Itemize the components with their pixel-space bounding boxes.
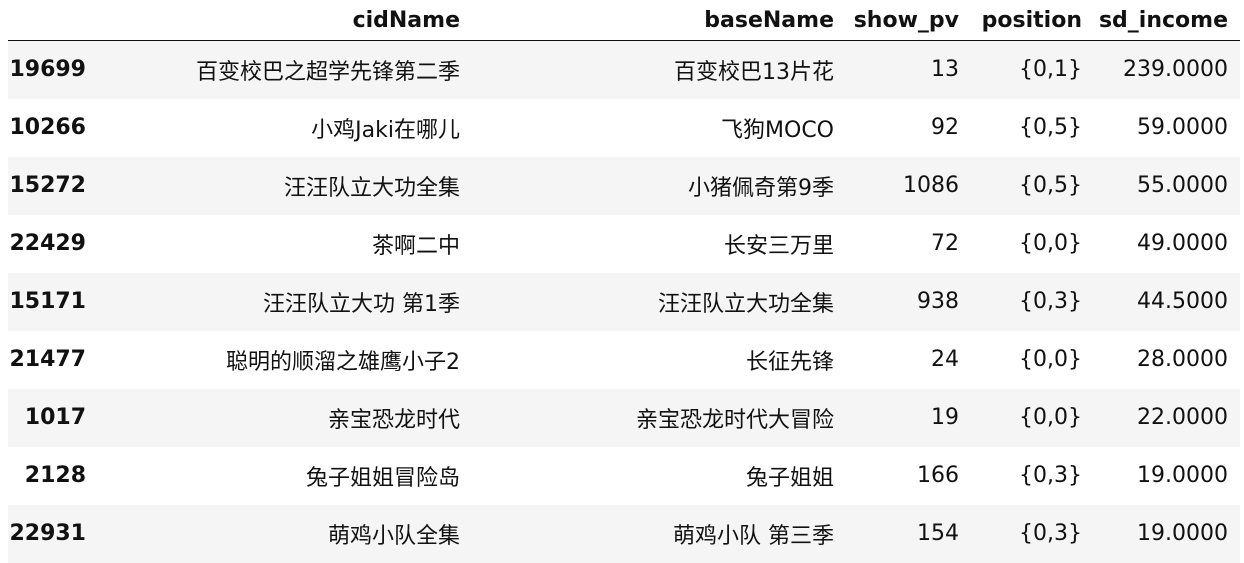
cell-position: {0,0} bbox=[1019, 347, 1082, 372]
cell-show_pv: 13 bbox=[931, 57, 959, 83]
cell-baseName: 亲宝恐龙时代大冒险 bbox=[635, 407, 834, 433]
cell-baseName: 汪汪队立大功全集 bbox=[657, 291, 834, 317]
cell-baseName: 长征先锋 bbox=[745, 349, 834, 375]
table-row: 15272 汪汪队立大功全集 小猪佩奇第9季 1086 {0,5} 55.000… bbox=[8, 156, 1240, 215]
header-position: position bbox=[971, 0, 1094, 41]
cell-show_pv: 154 bbox=[917, 521, 959, 546]
cell-show_pv: 166 bbox=[917, 463, 959, 488]
cell-baseName: 兔子姐姐 bbox=[745, 465, 834, 491]
table-row: 2128 兔子姐姐冒险岛 兔子姐姐 166 {0,3} 19.0000 bbox=[8, 446, 1240, 505]
table-row: 22429 茶啊二中 长安三万里 72 {0,0} 49.0000 bbox=[8, 214, 1240, 273]
cell-position: {0,3} bbox=[1019, 521, 1082, 546]
cell-baseName: 长安三万里 bbox=[723, 233, 834, 259]
table-row: 19699 百变校巴之超学先锋第二季 百变校巴13片花 13 {0,1} 239… bbox=[8, 40, 1240, 99]
cell-position: {0,3} bbox=[1019, 289, 1082, 314]
table-row: 21477 聪明的顺溜之雄鹰小子2 长征先锋 24 {0,0} 28.0000 bbox=[8, 330, 1240, 389]
cell-cidName: 小鸡Jaki在哪儿 bbox=[311, 117, 460, 143]
cell-show_pv: 19 bbox=[931, 405, 959, 430]
cell-show_pv: 938 bbox=[917, 289, 959, 314]
cell-position: {0,5} bbox=[1019, 173, 1082, 198]
header-sd_income: sd_income bbox=[1094, 0, 1240, 41]
cell-cidName: 兔子姐姐冒险岛 bbox=[305, 465, 460, 491]
row-index: 2128 bbox=[24, 463, 86, 488]
cell-sd_income: 19.0000 bbox=[1137, 521, 1228, 546]
row-index: 15272 bbox=[9, 173, 86, 198]
cell-sd_income: 59.0000 bbox=[1137, 115, 1228, 140]
cell-sd_income: 49.0000 bbox=[1137, 231, 1228, 256]
row-index: 15171 bbox=[9, 289, 86, 314]
dataframe-output: cidName baseName show_pv position sd_inc… bbox=[8, 0, 1240, 563]
cell-show_pv: 1086 bbox=[903, 173, 959, 198]
row-index: 21477 bbox=[9, 347, 86, 372]
cell-baseName: 百变校巴13片花 bbox=[674, 59, 834, 85]
table-row: 1017 亲宝恐龙时代 亲宝恐龙时代大冒险 19 {0,0} 22.0000 bbox=[8, 388, 1240, 447]
table-row: 22931 萌鸡小队全集 萌鸡小队 第三季 154 {0,3} 19.0000 bbox=[8, 504, 1240, 563]
header-index bbox=[8, 0, 98, 41]
cell-cidName: 茶啊二中 bbox=[371, 233, 460, 259]
cell-show_pv: 92 bbox=[931, 115, 959, 140]
cell-position: {0,0} bbox=[1019, 231, 1082, 256]
table-row: 10266 小鸡Jaki在哪儿 飞狗MOCO 92 {0,5} 59.0000 bbox=[8, 98, 1240, 157]
table-body: 19699 百变校巴之超学先锋第二季 百变校巴13片花 13 {0,1} 239… bbox=[8, 40, 1240, 563]
cell-cidName: 汪汪队立大功全集 bbox=[283, 175, 460, 201]
cell-position: {0,0} bbox=[1019, 405, 1082, 430]
cell-baseName: 小猪佩奇第9季 bbox=[688, 175, 834, 201]
cell-cidName: 汪汪队立大功 第1季 bbox=[263, 291, 460, 317]
row-index: 22429 bbox=[9, 231, 86, 256]
cell-sd_income: 22.0000 bbox=[1137, 405, 1228, 430]
cell-sd_income: 28.0000 bbox=[1137, 347, 1228, 372]
header-show_pv: show_pv bbox=[846, 0, 971, 41]
header-baseName: baseName bbox=[472, 0, 846, 41]
cell-cidName: 百变校巴之超学先锋第二季 bbox=[195, 59, 460, 85]
cell-position: {0,3} bbox=[1019, 463, 1082, 488]
cell-baseName: 萌鸡小队 第三季 bbox=[673, 523, 834, 549]
table-row: 15171 汪汪队立大功 第1季 汪汪队立大功全集 938 {0,3} 44.5… bbox=[8, 272, 1240, 331]
cell-sd_income: 19.0000 bbox=[1137, 463, 1228, 488]
cell-baseName: 飞狗MOCO bbox=[721, 117, 834, 143]
cell-cidName: 萌鸡小队全集 bbox=[327, 523, 460, 549]
header-row: cidName baseName show_pv position sd_inc… bbox=[8, 0, 1240, 41]
row-index: 22931 bbox=[9, 521, 86, 546]
cell-sd_income: 239.0000 bbox=[1123, 57, 1228, 83]
cell-show_pv: 72 bbox=[931, 231, 959, 256]
row-index: 10266 bbox=[9, 115, 86, 140]
header-cidName: cidName bbox=[98, 0, 472, 41]
cell-position: {0,1} bbox=[1019, 57, 1082, 83]
cell-position: {0,5} bbox=[1019, 115, 1082, 140]
cell-sd_income: 55.0000 bbox=[1137, 173, 1228, 198]
cell-cidName: 聪明的顺溜之雄鹰小子2 bbox=[226, 349, 460, 375]
cell-show_pv: 24 bbox=[931, 347, 959, 372]
cell-cidName: 亲宝恐龙时代 bbox=[327, 407, 460, 433]
row-index: 19699 bbox=[9, 57, 86, 83]
cell-sd_income: 44.5000 bbox=[1137, 289, 1228, 314]
dataframe-table: cidName baseName show_pv position sd_inc… bbox=[8, 0, 1240, 563]
table-header: cidName baseName show_pv position sd_inc… bbox=[8, 0, 1240, 41]
row-index: 1017 bbox=[24, 405, 86, 430]
